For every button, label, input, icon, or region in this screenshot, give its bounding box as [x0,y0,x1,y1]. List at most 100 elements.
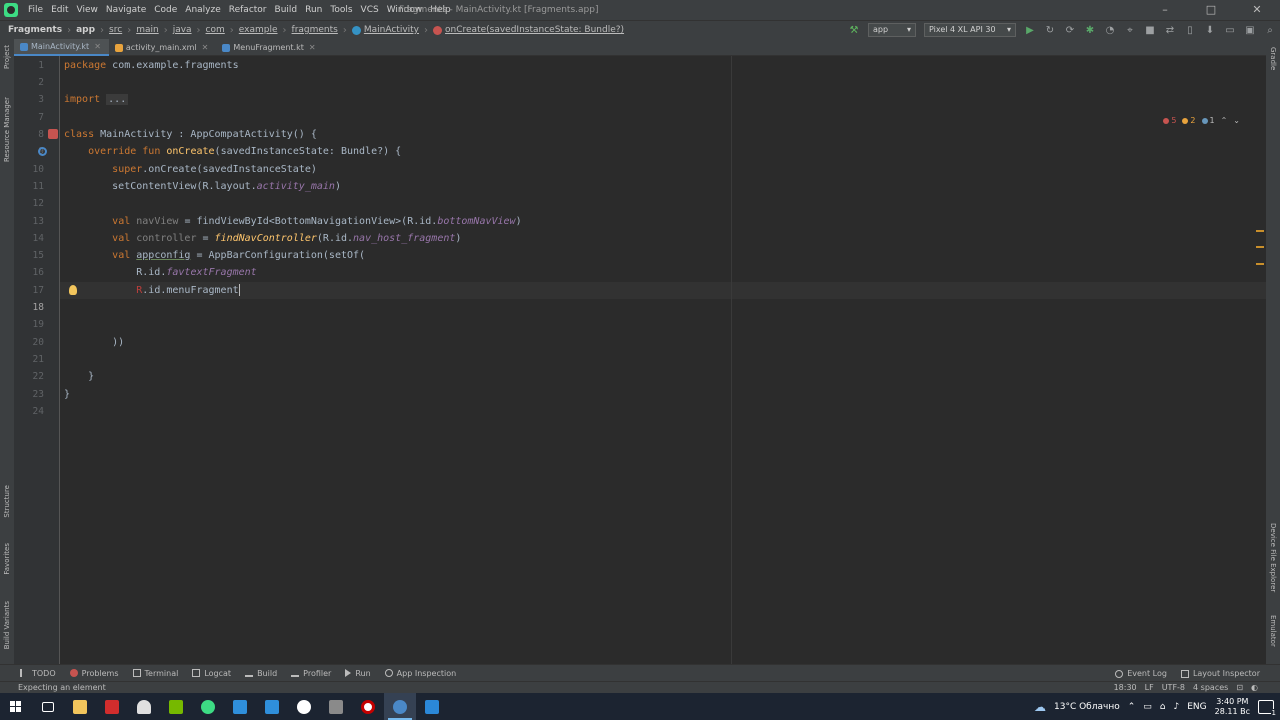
layout-icon[interactable]: ▭ [1222,22,1238,38]
taskbar-calculator[interactable] [320,693,352,720]
chevron-up-icon[interactable]: ⌃ [1221,116,1228,125]
profile-icon[interactable]: ◔ [1102,22,1118,38]
breadcrumb-main[interactable]: main [134,25,161,35]
chevron-up-icon[interactable]: ⌃ [1128,702,1136,712]
breadcrumb-example[interactable]: example [237,25,280,35]
inspection-widget[interactable]: 5 2 1 ⌃ ⌄ [1163,116,1240,125]
close-tab-icon[interactable]: ✕ [202,40,209,56]
menu-analyze[interactable]: Analyze [181,0,224,20]
maximize-icon[interactable]: □ [1188,0,1234,20]
logcat-tool-button[interactable]: Logcat [192,669,231,678]
tab-mainactivity[interactable]: MainActivity.kt ✕ [14,39,109,56]
breadcrumb-com[interactable]: com [204,25,227,35]
taskbar-pointer[interactable] [128,693,160,720]
indent-setting[interactable]: 4 spaces [1193,682,1228,693]
menu-run[interactable]: Run [301,0,326,20]
volume-icon[interactable]: ♪ [1174,702,1180,712]
run-tool-button[interactable]: Run [345,669,371,678]
code-editor[interactable]: package com.example.fragments import ...… [60,56,1266,664]
stop-icon[interactable]: ■ [1142,22,1158,38]
tab-activity-main-xml[interactable]: activity_main.xml ✕ [109,39,216,56]
close-icon[interactable]: ✕ [1234,0,1280,20]
gradle-tool-tab[interactable]: Gradle [1269,47,1277,70]
taskbar-record[interactable] [352,693,384,720]
menu-code[interactable]: Code [150,0,181,20]
terminal-tool-button[interactable]: Terminal [132,669,178,678]
structure-tool-tab[interactable]: Structure [3,485,11,518]
menu-tools[interactable]: Tools [326,0,356,20]
close-tab-icon[interactable]: ✕ [94,39,101,55]
breadcrumb-fragments[interactable]: fragments [290,25,340,35]
build-variants-tool-tab[interactable]: Build Variants [3,601,11,649]
device-file-explorer-tool-tab[interactable]: Device File Explorer [1269,523,1277,592]
apply-code-changes-icon[interactable]: ⟳ [1062,22,1078,38]
avd-manager-icon[interactable]: ▯ [1182,22,1198,38]
taskbar-calendar[interactable] [256,693,288,720]
breadcrumb-module[interactable]: app [74,25,97,35]
weather-label[interactable]: 13°C Облачно [1054,702,1120,712]
task-view-button[interactable] [32,693,64,720]
tab-menufragment[interactable]: MenuFragment.kt ✕ [216,39,323,56]
favorites-tool-tab[interactable]: Favorites [3,543,11,575]
taskbar-explorer[interactable] [64,693,96,720]
taskbar-android-studio[interactable] [384,693,416,720]
attach-debugger-icon[interactable]: ⌖ [1122,22,1138,38]
run-icon[interactable]: ▶ [1022,22,1038,38]
menu-file[interactable]: File [24,0,47,20]
caret-position[interactable]: 18:30 [1114,682,1137,693]
taskbar-mail[interactable] [224,693,256,720]
breadcrumb-class[interactable]: MainActivity [350,25,421,35]
close-tab-icon[interactable]: ✕ [309,40,316,56]
scrollbar-marker[interactable] [1256,230,1264,232]
menu-view[interactable]: View [73,0,102,20]
todo-tool-button[interactable]: TODO [20,669,56,678]
hammer-icon[interactable]: ⚒ [846,22,862,38]
file-encoding[interactable]: UTF-8 [1162,682,1185,693]
taskbar-yandex[interactable] [288,693,320,720]
lightbulb-icon[interactable] [69,285,77,295]
run-config-select[interactable]: app ▾ [868,23,916,37]
debug-icon[interactable]: ✱ [1082,22,1098,38]
scrollbar-marker[interactable] [1256,246,1264,248]
device-select[interactable]: Pixel 4 XL API 30 ▾ [924,23,1016,37]
breadcrumb-project[interactable]: Fragments [6,25,64,35]
layout-inspector-tool-button[interactable]: Layout Inspector [1180,669,1260,678]
minimize-icon[interactable]: – [1142,0,1188,20]
network-icon[interactable]: ⌂ [1160,702,1166,712]
emulator-tool-tab[interactable]: Emulator [1269,615,1277,647]
chevron-down-icon[interactable]: ⌄ [1233,116,1240,125]
menu-refactor[interactable]: Refactor [225,0,271,20]
breadcrumb-method[interactable]: onCreate(savedInstanceState: Bundle?) [431,25,626,35]
project-tool-tab[interactable]: Project [3,45,11,69]
problems-tool-button[interactable]: Problems [69,669,119,678]
resource-manager-tool-tab[interactable]: Resource Manager [3,97,11,162]
start-button[interactable] [0,693,32,720]
sync-gradle-icon[interactable]: ⇄ [1162,22,1178,38]
breadcrumb-java[interactable]: java [171,25,194,35]
search-icon[interactable]: ⌕ [1262,22,1278,38]
profiler-tool-button[interactable]: Profiler [291,669,331,678]
apply-changes-icon[interactable]: ↻ [1042,22,1058,38]
taskbar-nvidia[interactable] [160,693,192,720]
breadcrumb-src[interactable]: src [107,25,124,35]
line-separator[interactable]: LF [1145,682,1154,693]
notification-icon[interactable]: 1 [1258,699,1277,717]
sdk-manager-icon[interactable]: ⬇ [1202,22,1218,38]
clock[interactable]: 3:40 PM 28.11 Вс [1215,697,1250,717]
taskbar-app-blue[interactable] [416,693,448,720]
language-indicator[interactable]: ENG [1187,702,1206,712]
app-inspection-tool-button[interactable]: App Inspection [384,669,456,678]
build-tool-button[interactable]: Build [245,669,277,678]
run-gutter-icon[interactable] [48,129,58,139]
menu-navigate[interactable]: Navigate [102,0,150,20]
menu-build[interactable]: Build [271,0,302,20]
keyboard-icon[interactable]: ▭ [1143,702,1152,712]
override-gutter-icon[interactable] [38,147,47,156]
lock-icon[interactable]: ⊡ [1236,682,1243,693]
menu-vcs[interactable]: VCS [357,0,383,20]
event-log-tool-button[interactable]: Event Log [1115,669,1167,678]
taskbar-vpn[interactable] [192,693,224,720]
scrollbar-marker[interactable] [1256,263,1264,265]
menu-edit[interactable]: Edit [47,0,72,20]
device-manager-icon[interactable]: ▣ [1242,22,1258,38]
